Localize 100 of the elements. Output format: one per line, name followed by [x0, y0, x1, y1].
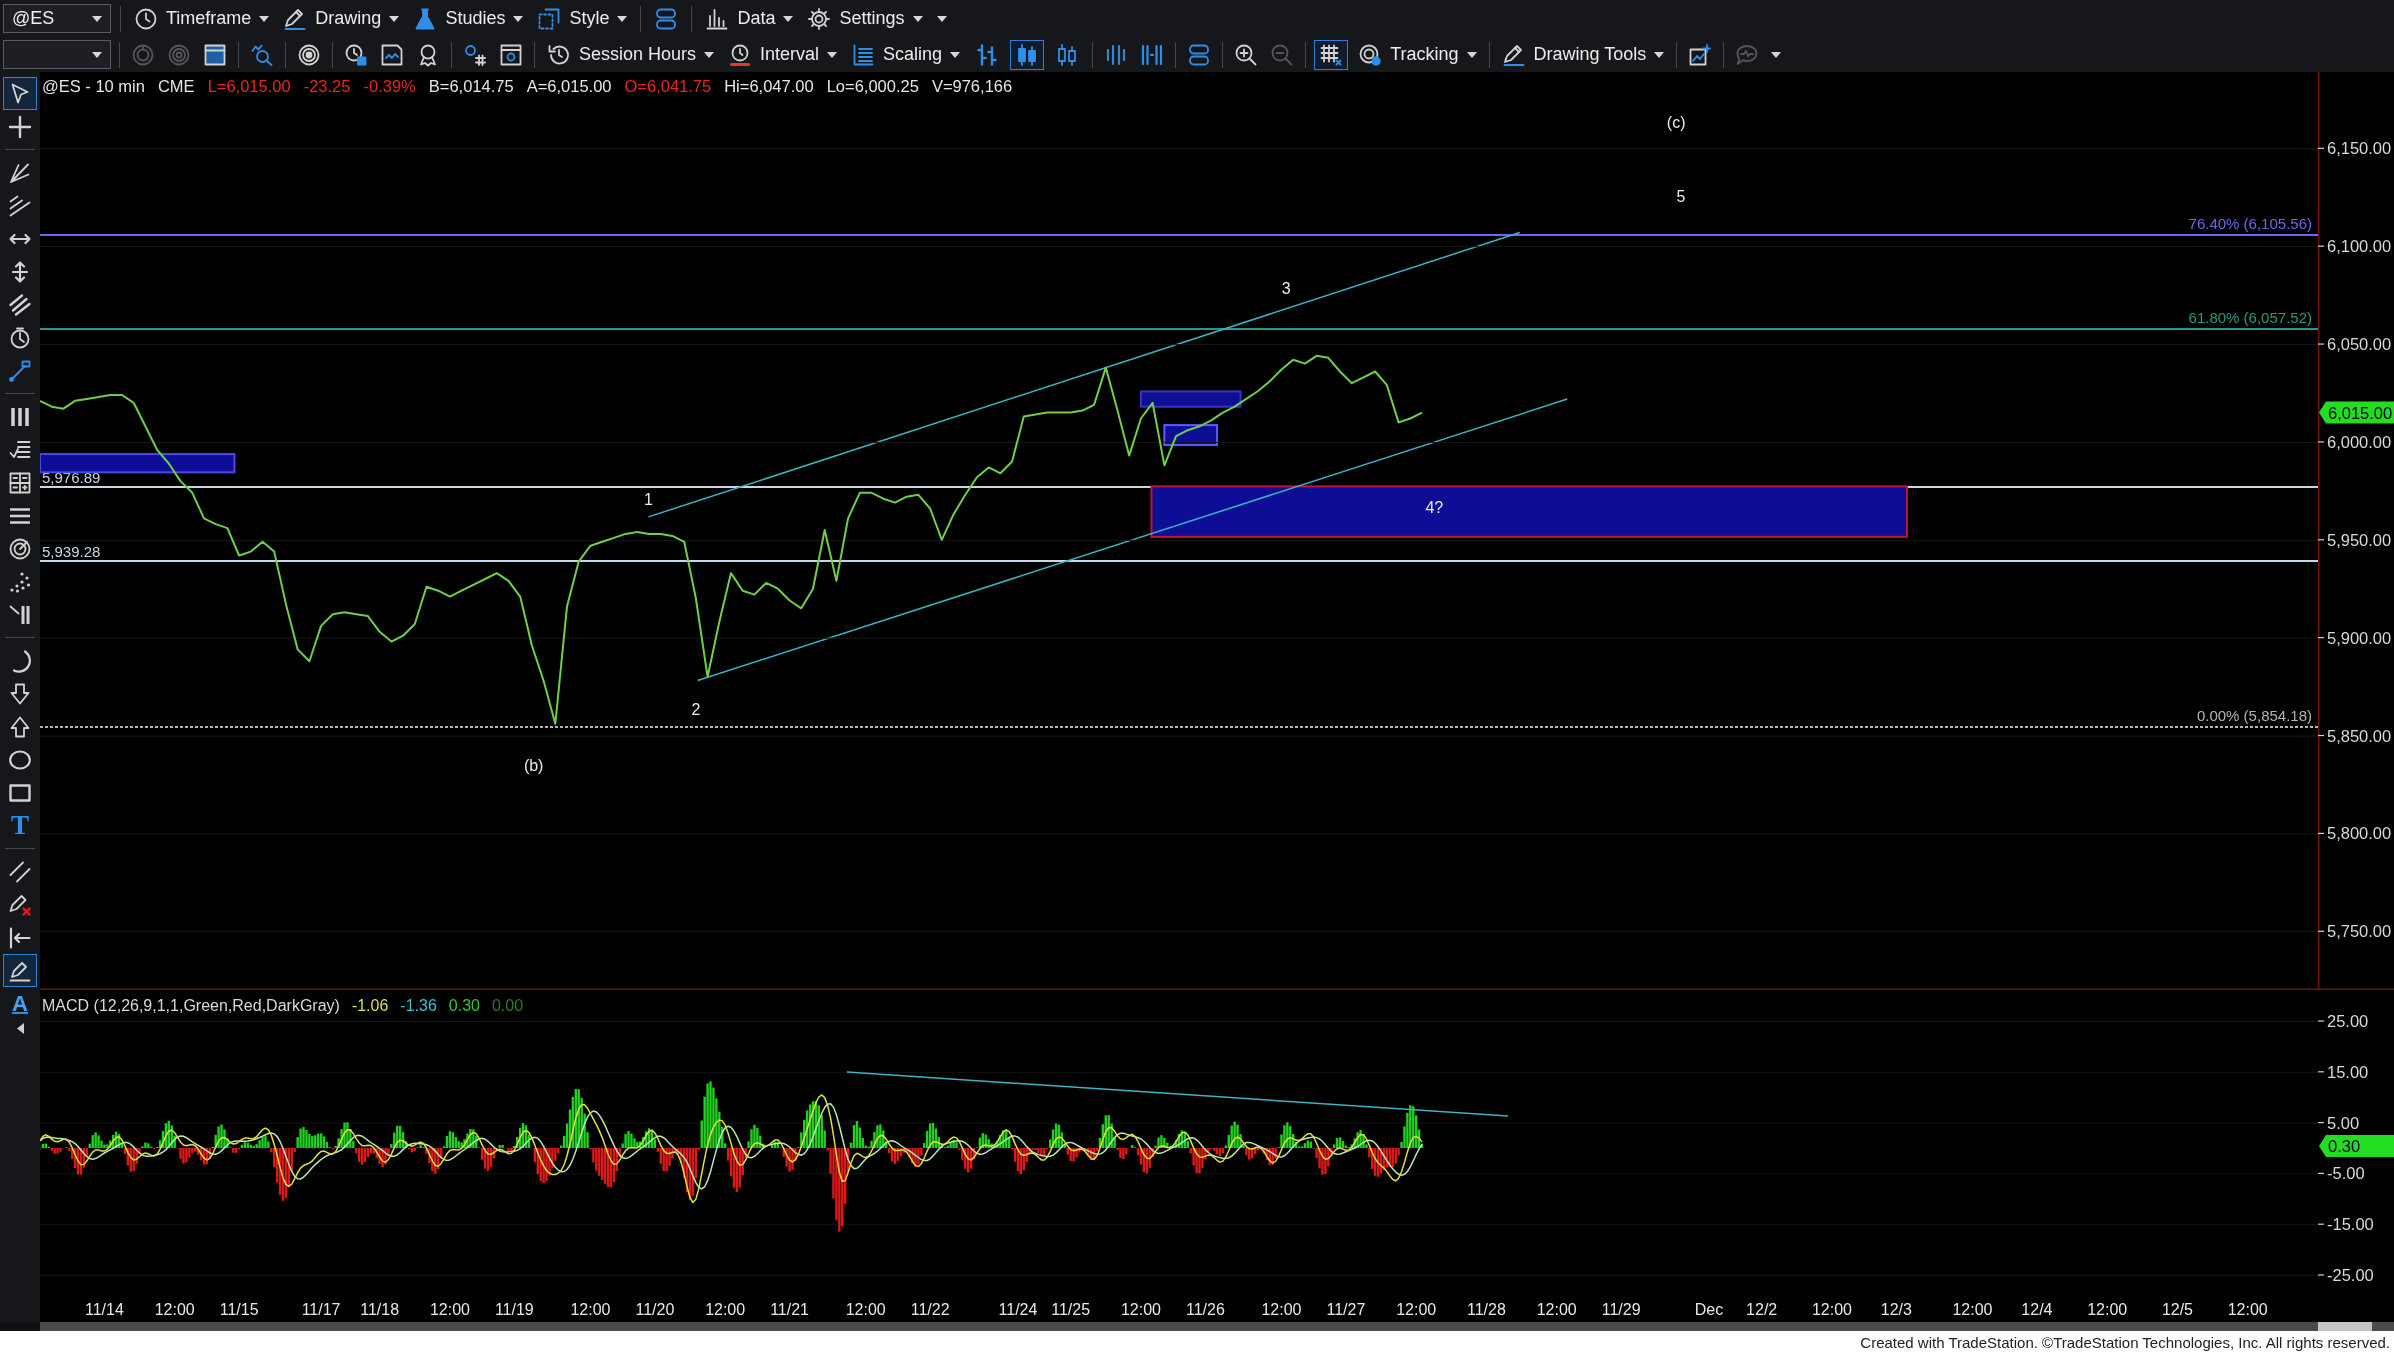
tool-button[interactable]: [3, 954, 37, 987]
exchange-label: CME: [157, 77, 195, 96]
caret-icon: [389, 15, 400, 22]
menu-button[interactable]: Drawing Tools: [1497, 39, 1669, 70]
arrow-up-icon: [8, 714, 32, 739]
menu-button[interactable]: Scaling: [847, 39, 965, 70]
time-axis-label: 11/27: [1326, 1301, 1366, 1318]
toggle-button[interactable]: [1314, 39, 1349, 70]
wave-label: (c): [1666, 113, 1686, 131]
pen-icon: [1501, 42, 1526, 67]
wide-bars-icon[interactable]: [1140, 42, 1165, 67]
caret-icon: [513, 15, 524, 22]
low-price: Lo=6,000.25: [826, 77, 919, 96]
macd-title: MACD (12,26,9,1,1,Green,Red,DarkGray): [42, 997, 340, 1015]
macd-reading: -1.36: [400, 997, 437, 1015]
bar-chart-icon: [705, 6, 730, 31]
time-axis-label: 11/28: [1467, 1301, 1506, 1318]
macd-axis-label: -25.00: [2327, 1266, 2374, 1284]
save-icon[interactable]: [380, 42, 404, 67]
text-tool-button[interactable]: T: [3, 809, 37, 842]
caret-icon: [1466, 51, 1477, 58]
window-icon[interactable]: [499, 42, 523, 67]
time-axis-label: 11/18: [360, 1301, 400, 1318]
crosshair-icon: [8, 114, 32, 139]
menu-button[interactable]: Session Hours: [543, 39, 719, 70]
level-label: 5,939.28: [42, 543, 101, 560]
line-tool-icon: [8, 358, 32, 383]
scrollbar[interactable]: [40, 1322, 2394, 1331]
caret-icon: [92, 51, 102, 58]
macd-axis-label: 25.00: [2327, 1012, 2369, 1030]
time-axis-label: 12/3: [1880, 1301, 1912, 1318]
time-axis-label: 11/29: [1601, 1301, 1641, 1318]
ohlc-bars-icon: [975, 42, 1000, 67]
time-axis-label: 12:00: [2087, 1301, 2128, 1318]
diagonal-lines-icon: [8, 859, 32, 884]
time-axis-label: 11/15: [219, 1301, 259, 1318]
price-axis-label: 6,150.00: [2327, 139, 2392, 158]
wave-label: (b): [523, 757, 544, 775]
time-axis-label: 11/25: [1051, 1301, 1091, 1318]
macd-axis-label: -5.00: [2327, 1164, 2365, 1183]
tracking-icon: [1358, 42, 1383, 67]
menu-button[interactable]: Interval: [724, 39, 842, 70]
macd-value-tag: 0.30: [2319, 1135, 2394, 1157]
price-axis-label: 5,750.00: [2327, 922, 2392, 941]
text-tool-button[interactable]: A: [3, 987, 37, 1020]
time-axis-label: 12:00: [845, 1301, 886, 1318]
tool-button[interactable]: [3, 77, 37, 110]
calendar-icon[interactable]: [203, 42, 227, 67]
caret-icon[interactable]: [1771, 51, 1782, 58]
time-axis-label: 11/22: [910, 1301, 950, 1318]
layout-icon[interactable]: [654, 6, 679, 31]
macd-reading: 0.30: [448, 997, 480, 1015]
symbol-dropdown[interactable]: @ES: [3, 4, 111, 33]
time-axis-label: 12:00: [2227, 1301, 2268, 1318]
menu-button[interactable]: Drawing: [279, 3, 404, 34]
settings-icon: [807, 6, 832, 31]
caret-icon: [912, 15, 923, 22]
caret-icon[interactable]: [936, 15, 947, 22]
caret-icon: [704, 51, 715, 58]
wave-label: 5: [1676, 188, 1686, 206]
target-icon: [8, 536, 32, 561]
target-icon[interactable]: [297, 42, 321, 67]
gear-icon[interactable]: [463, 42, 487, 67]
layout-icon[interactable]: [1187, 42, 1212, 67]
menu-button[interactable]: Data: [701, 3, 798, 34]
menu-button[interactable]: Timeframe: [130, 3, 274, 34]
caret-icon: [259, 15, 270, 22]
price-axis-label: 6,100.00: [2327, 237, 2392, 256]
caret-icon: [827, 51, 838, 58]
search-icon[interactable]: [250, 42, 274, 67]
pen-delete-icon: [8, 892, 32, 917]
macd-reading: 0.00: [491, 997, 524, 1015]
caret-icon: [617, 15, 628, 22]
toggle-button[interactable]: [1010, 39, 1045, 70]
time-axis-label: 11/26: [1185, 1301, 1225, 1318]
menu-button[interactable]: Tracking: [1354, 39, 1481, 70]
net-change: -23.25: [303, 77, 351, 96]
caret-icon: [950, 51, 961, 58]
menu-button[interactable]: Settings: [803, 3, 927, 34]
menu-button[interactable]: Studies: [409, 3, 528, 34]
percent-change: -0.39%: [363, 77, 416, 96]
scrollbar-thumb[interactable]: [2318, 1322, 2372, 1331]
wave-label: 3: [1281, 280, 1291, 298]
menu-button[interactable]: Style: [533, 3, 632, 34]
wave-label: 4?: [1425, 498, 1444, 516]
copyright-text: Created with TradeStation. ©TradeStation Technologies, Inc. All rights reserved.: [1860, 1333, 2390, 1351]
symbol-label: @ES - 10 min: [42, 77, 145, 96]
chart-add-icon[interactable]: [1688, 42, 1713, 67]
pen-icon: [283, 6, 308, 31]
level-label: 0.00% (5,854.18): [2196, 707, 2312, 724]
dropdown-field[interactable]: [3, 40, 111, 69]
time-axis-label: 12:00: [1811, 1301, 1852, 1318]
clock-icon: [134, 6, 158, 31]
caret-icon: [92, 15, 102, 22]
collapse-arrow-icon[interactable]: [16, 1023, 24, 1034]
zoom-in-icon[interactable]: [1234, 42, 1259, 67]
time-axis-label: 12:00: [1952, 1301, 1993, 1318]
clock-icon[interactable]: [344, 42, 368, 67]
wave-label: 1: [644, 491, 653, 509]
time-axis-label: 11/24: [998, 1301, 1038, 1318]
